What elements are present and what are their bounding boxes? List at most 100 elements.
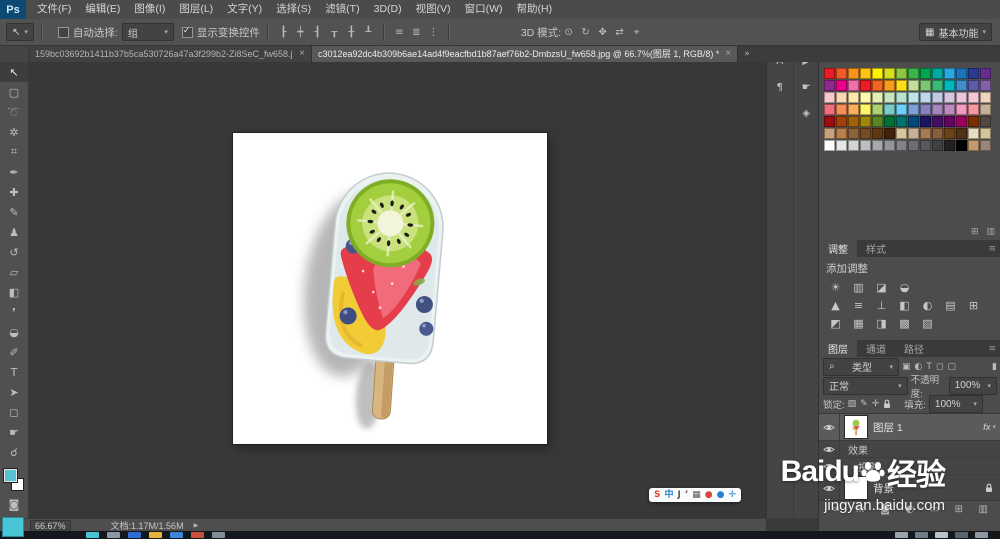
adjustment-channel-mixer-icon[interactable]: ▤	[939, 299, 962, 312]
color-swatch[interactable]	[896, 116, 907, 127]
taskbar-icon[interactable]	[170, 532, 183, 538]
color-swatch[interactable]	[824, 128, 835, 139]
color-swatch[interactable]	[968, 92, 979, 103]
color-swatch[interactable]	[932, 128, 943, 139]
lock-icon[interactable]: ✛	[872, 399, 880, 409]
color-swatch[interactable]	[956, 92, 967, 103]
history-brush-tool[interactable]: ↺	[0, 242, 28, 262]
brush-tool[interactable]: ✎	[0, 202, 28, 222]
color-swatch[interactable]	[968, 116, 979, 127]
adjustment-threshold-icon[interactable]: ◨	[870, 317, 893, 330]
visibility-toggle[interactable]	[819, 414, 840, 440]
color-swatch[interactable]	[980, 116, 991, 127]
color-swatch[interactable]	[968, 140, 979, 151]
menu-item-0[interactable]: 文件(F)	[30, 0, 78, 19]
gradient-tool[interactable]: ◧	[0, 282, 28, 302]
adjustment-exposure-icon[interactable]: ◒	[893, 281, 916, 294]
quick-selection-tool[interactable]: ✲	[0, 122, 28, 142]
layer-filter-icon[interactable]: ▣	[902, 362, 911, 372]
color-swatch[interactable]	[824, 68, 835, 79]
zoom-tool[interactable]: ☌	[0, 442, 28, 462]
menu-item-4[interactable]: 文字(Y)	[220, 0, 269, 19]
layer-fx-badge[interactable]: fx ▾	[983, 422, 996, 433]
adjustments-panel-tab[interactable]: 样式	[857, 240, 895, 257]
lock-icon[interactable]: ✎	[860, 399, 868, 409]
color-swatch[interactable]	[884, 104, 895, 115]
taskbar-icon[interactable]	[212, 532, 225, 538]
color-swatch[interactable]	[836, 140, 847, 151]
layers-panel-tab[interactable]: 通道	[857, 340, 895, 357]
workspace-switcher[interactable]: ▦ 基本功能 ▾	[919, 23, 992, 41]
color-swatch[interactable]	[944, 128, 955, 139]
tab-overflow-icon[interactable]: »	[738, 45, 756, 62]
filter-toggle-icon[interactable]: ▮	[992, 362, 997, 372]
adjustment-brightness-contrast-icon[interactable]: ☀	[824, 281, 847, 294]
color-swatch[interactable]	[836, 128, 847, 139]
align-icon[interactable]: ┠	[276, 27, 291, 38]
3d-mode-icon[interactable]: ⌖	[629, 27, 644, 38]
layer-filter-icon[interactable]: ▢	[947, 362, 956, 372]
3d-mode-icon[interactable]: ⊙	[561, 27, 576, 38]
color-swatch[interactable]	[920, 92, 931, 103]
taskbar-icon[interactable]	[191, 532, 204, 538]
adjustments-panel-tab[interactable]: 调整	[819, 240, 857, 257]
color-swatch[interactable]	[824, 104, 835, 115]
color-swatch[interactable]	[980, 128, 991, 139]
adjustment-color-balance-icon[interactable]: ⊥	[870, 299, 893, 312]
quick-mask-button[interactable]: ◙	[0, 494, 28, 514]
color-swatch[interactable]	[836, 104, 847, 115]
menu-item-3[interactable]: 图层(L)	[172, 0, 220, 19]
layers-panel-tab[interactable]: 图层	[819, 340, 857, 357]
layer-filter-icon[interactable]: ◐	[915, 362, 923, 372]
menu-item-6[interactable]: 滤镜(T)	[318, 0, 366, 19]
color-swatch[interactable]	[956, 128, 967, 139]
3d-mode-icon[interactable]: ✥	[595, 27, 610, 38]
color-swatch[interactable]	[932, 140, 943, 151]
taskbar-icon[interactable]	[86, 532, 99, 538]
opacity-dropdown[interactable]: 100% ▾	[948, 376, 998, 395]
ime-toolbar[interactable]: S 中 J ’ ▦ ● ● ✛	[649, 488, 742, 502]
color-swatch[interactable]	[848, 116, 859, 127]
path-selection-tool[interactable]: ➤	[0, 382, 28, 402]
color-swatch[interactable]	[824, 92, 835, 103]
color-swatch[interactable]	[920, 68, 931, 79]
color-swatch[interactable]	[848, 80, 859, 91]
color-swatch[interactable]	[860, 68, 871, 79]
color-swatch[interactable]	[896, 80, 907, 91]
color-swatch[interactable]	[860, 80, 871, 91]
color-swatch[interactable]	[872, 140, 883, 151]
layer-filter-icon[interactable]: T	[926, 362, 932, 372]
color-swatch[interactable]	[944, 116, 955, 127]
color-swatch[interactable]	[824, 140, 835, 151]
color-swatch[interactable]	[848, 140, 859, 151]
color-swatch[interactable]	[896, 68, 907, 79]
menu-item-2[interactable]: 图像(I)	[127, 0, 172, 19]
lasso-tool[interactable]: ➰	[0, 102, 28, 122]
color-swatch[interactable]	[944, 68, 955, 79]
dodge-tool[interactable]: ◒	[0, 322, 28, 342]
lock-all-icon[interactable]	[883, 399, 891, 409]
ime-icon[interactable]: ●	[717, 488, 725, 502]
menu-item-1[interactable]: 编辑(E)	[78, 0, 127, 19]
color-swatch[interactable]	[860, 140, 871, 151]
color-swatch[interactable]	[932, 116, 943, 127]
align-icon[interactable]: ╂	[344, 27, 359, 38]
ime-icon[interactable]: ✛	[729, 488, 737, 502]
color-swatch[interactable]	[956, 140, 967, 151]
eraser-tool[interactable]: ▱	[0, 262, 28, 282]
color-swatch[interactable]	[920, 128, 931, 139]
color-swatch[interactable]	[872, 68, 883, 79]
adjustment-vibrance-icon[interactable]: ▲	[824, 299, 847, 312]
taskbar-icon[interactable]	[149, 532, 162, 538]
layer-thumbnail[interactable]	[844, 415, 868, 439]
color-swatch[interactable]	[884, 140, 895, 151]
color-swatch[interactable]	[908, 92, 919, 103]
move-tool[interactable]: ↖	[0, 62, 28, 82]
layer-row[interactable]: 图层 1 fx ▾	[819, 414, 1000, 441]
color-swatch[interactable]	[908, 80, 919, 91]
color-swatch[interactable]	[908, 116, 919, 127]
color-swatch[interactable]	[944, 80, 955, 91]
color-swatch[interactable]	[920, 116, 931, 127]
3d-panel-icon[interactable]: ◈	[795, 103, 817, 123]
color-swatch[interactable]	[932, 104, 943, 115]
